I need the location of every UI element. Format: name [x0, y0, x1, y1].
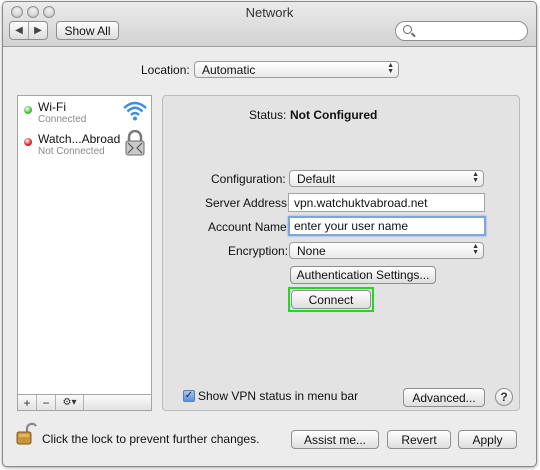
- status-value: Not Configured: [290, 108, 378, 122]
- account-name-label: Account Name:: [208, 220, 291, 234]
- back-forward-control: ◀ ▶: [9, 21, 48, 40]
- encryption-value: None: [297, 243, 326, 258]
- authentication-settings-button[interactable]: Authentication Settings...: [290, 266, 436, 284]
- show-vpn-status-label: Show VPN status in menu bar: [198, 389, 359, 403]
- network-preferences-window: Network ◀ ▶ Show All Location: Automatic…: [2, 1, 537, 467]
- lock-message: Click the lock to prevent further change…: [42, 432, 260, 446]
- apply-button[interactable]: Apply: [458, 430, 517, 449]
- server-address-field[interactable]: vpn.watchuktvabroad.net: [288, 193, 485, 212]
- popup-arrows-icon: ▲ ▼: [472, 171, 479, 184]
- vpn-lock-icon: [125, 130, 145, 156]
- service-name: Wi-Fi: [38, 100, 66, 114]
- location-label: Location:: [141, 63, 190, 77]
- connect-button[interactable]: Connect: [291, 290, 371, 309]
- lock-icon[interactable]: [15, 422, 37, 446]
- forward-arrow-icon[interactable]: ▶: [28, 22, 47, 39]
- back-arrow-icon[interactable]: ◀: [10, 22, 28, 39]
- status-indicator: [24, 138, 32, 146]
- help-button[interactable]: ?: [495, 388, 513, 406]
- add-service-button[interactable]: +: [18, 395, 37, 410]
- service-item-wifi[interactable]: Wi-Fi Connected: [18, 96, 151, 128]
- wifi-icon: [123, 101, 147, 121]
- gear-menu-button[interactable]: ⚙▾: [56, 395, 84, 410]
- service-status: Not Connected: [38, 146, 105, 157]
- assist-me-button[interactable]: Assist me...: [291, 430, 379, 449]
- service-item-vpn[interactable]: Watch...Abroad Not Connected: [18, 128, 151, 160]
- location-value: Automatic: [202, 62, 256, 77]
- configuration-value: Default: [297, 171, 336, 186]
- account-name-field[interactable]: enter your user name: [288, 216, 486, 236]
- server-address-label: Server Address:: [205, 196, 291, 210]
- show-all-button[interactable]: Show All: [56, 21, 119, 40]
- status-label: Status:: [249, 108, 287, 122]
- service-status: Connected: [38, 114, 87, 125]
- remove-service-button[interactable]: −: [37, 395, 56, 410]
- show-vpn-status-checkbox[interactable]: ✓: [183, 390, 195, 402]
- service-list: Wi-Fi Connected Watch...Abroad Not Conne…: [17, 95, 152, 411]
- service-name: Watch...Abroad: [38, 132, 121, 146]
- configuration-label: Configuration:: [211, 172, 286, 186]
- revert-button[interactable]: Revert: [387, 430, 451, 449]
- popup-arrows-icon: ▲ ▼: [472, 243, 479, 256]
- status-indicator: [24, 106, 32, 114]
- encryption-popup[interactable]: None ▲ ▼: [289, 242, 484, 259]
- window-title: Network: [245, 5, 294, 20]
- title-bar: Network ◀ ▶ Show All: [3, 2, 536, 47]
- service-list-toolbar: + − ⚙▾: [17, 394, 152, 411]
- encryption-label: Encryption:: [228, 244, 289, 258]
- location-popup[interactable]: Automatic ▲ ▼: [194, 61, 399, 78]
- configuration-popup[interactable]: Default ▲ ▼: [289, 170, 484, 187]
- popup-arrows-icon: ▲ ▼: [387, 62, 394, 75]
- advanced-button[interactable]: Advanced...: [403, 388, 485, 407]
- search-input[interactable]: [395, 21, 528, 41]
